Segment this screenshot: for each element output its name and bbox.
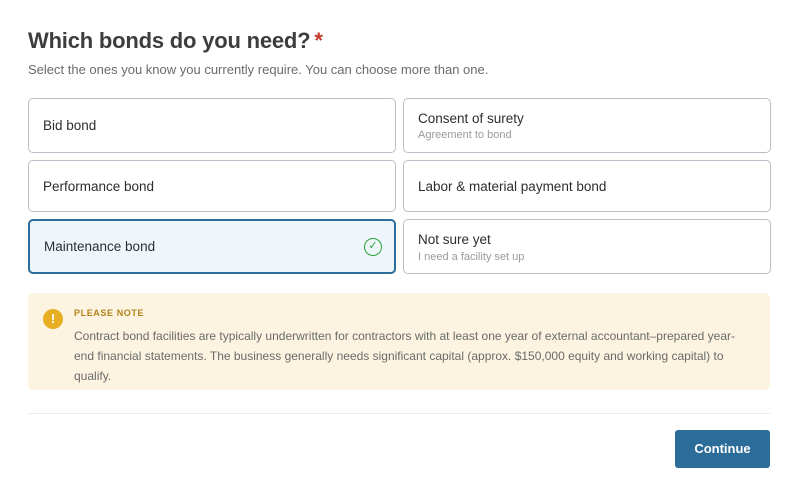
note-box: ! PLEASE NOTE Contract bond facilities a… [28,293,770,390]
option-bid-bond[interactable]: Bid bond [28,98,396,153]
required-asterisk: * [314,28,323,53]
option-label: Bid bond [43,118,97,133]
question-title-text: Which bonds do you need? [28,28,311,53]
option-labor-material-payment-bond[interactable]: Labor & material payment bond [403,160,771,212]
option-label: Labor & material payment bond [418,179,607,194]
check-circle-icon: ✓ [364,238,382,256]
exclamation-icon: ! [43,309,63,329]
option-label: Maintenance bond [44,239,156,254]
option-label: Performance bond [43,179,155,194]
option-not-sure-yet[interactable]: Not sure yet I need a facility set up [403,219,771,274]
divider [28,413,770,414]
option-consent-of-surety[interactable]: Consent of surety Agreement to bond [403,98,771,153]
option-sublabel: Agreement to bond [418,129,512,141]
option-label: Not sure yet [418,232,491,247]
option-sublabel: I need a facility set up [418,251,525,263]
note-heading: PLEASE NOTE [74,308,145,318]
continue-button[interactable]: Continue [675,430,770,468]
question-subtitle: Select the ones you know you currently r… [28,62,489,77]
option-performance-bond[interactable]: Performance bond [28,160,396,212]
question-title: Which bonds do you need? * [28,28,323,54]
option-label: Consent of surety [418,111,524,126]
option-maintenance-bond[interactable]: Maintenance bond ✓ [28,219,396,274]
note-body: Contract bond facilities are typically u… [74,329,736,383]
